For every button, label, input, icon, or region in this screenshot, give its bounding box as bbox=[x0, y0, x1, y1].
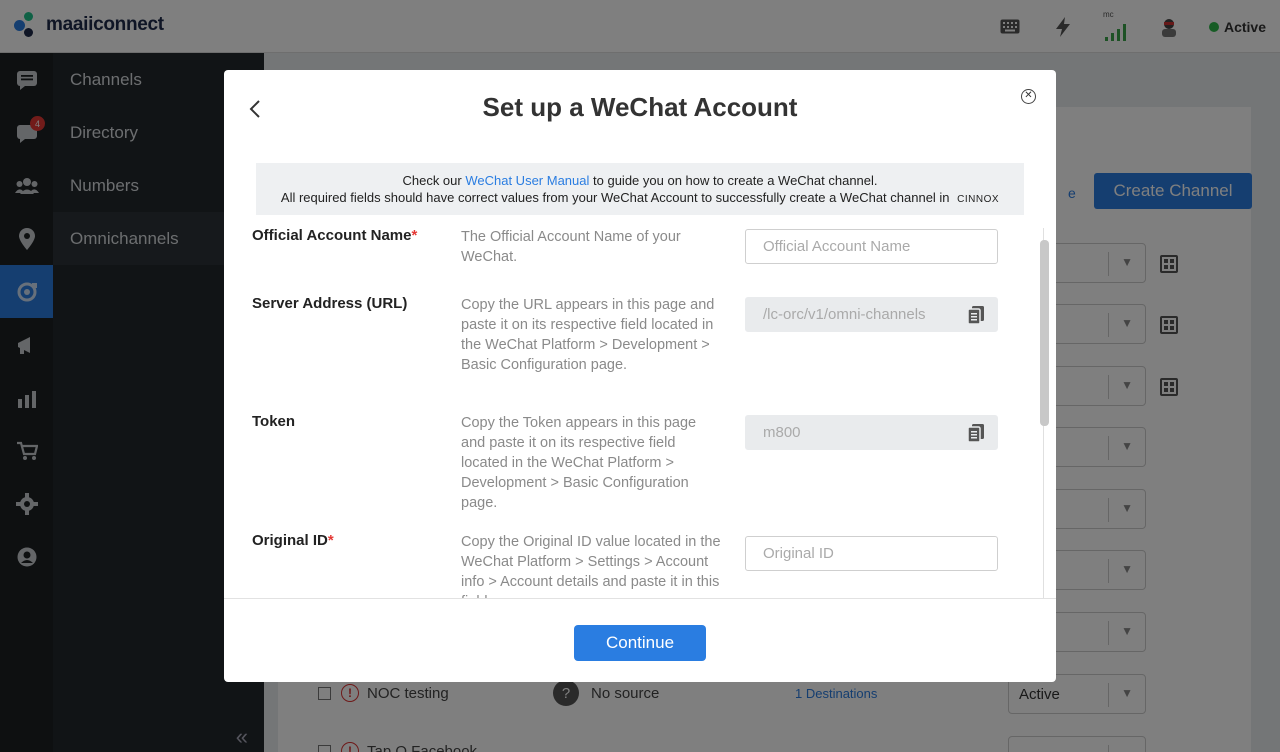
notice-line2: All required fields should have correct … bbox=[280, 190, 950, 205]
close-button[interactable]: ✕ bbox=[1021, 89, 1036, 104]
notice-suffix: to guide you on how to create a WeChat c… bbox=[593, 173, 878, 188]
field-description: The Official Account Name of your WeChat… bbox=[461, 229, 681, 265]
server-address-value: /lc-orc/v1/omni-channels bbox=[763, 306, 926, 323]
close-icon: ✕ bbox=[1024, 90, 1033, 101]
token-value: m800 bbox=[763, 424, 801, 441]
notice-prefix: Check our bbox=[402, 173, 462, 188]
scrollbar-thumb[interactable] bbox=[1040, 240, 1049, 426]
original-id-input[interactable]: Original ID bbox=[745, 536, 998, 571]
field-label: Token bbox=[252, 413, 296, 430]
copy-icon[interactable] bbox=[967, 423, 985, 443]
setup-form: Official Account Name* The Official Acco… bbox=[224, 225, 1056, 598]
token-input: m800 bbox=[745, 415, 998, 450]
field-description: Copy the Original ID value located in th… bbox=[461, 534, 721, 598]
field-description: Copy the Token appears in this page and … bbox=[461, 415, 697, 511]
info-notice: Check our WeChat User Manual to guide yo… bbox=[256, 163, 1024, 215]
form-scrollbar[interactable] bbox=[1040, 228, 1052, 598]
server-address-input: /lc-orc/v1/omni-channels bbox=[745, 297, 998, 332]
field-description: Copy the URL appears in this page and pa… bbox=[461, 297, 715, 373]
wechat-setup-dialog: Set up a WeChat Account ✕ Check our WeCh… bbox=[224, 70, 1056, 682]
field-label: Server Address (URL) bbox=[252, 295, 408, 312]
brand-name: CINNOX bbox=[957, 194, 1000, 205]
copy-icon[interactable] bbox=[967, 305, 985, 325]
official-account-name-input[interactable]: Official Account Name bbox=[745, 229, 998, 264]
continue-button[interactable]: Continue bbox=[574, 625, 706, 661]
field-label: Official Account Name* bbox=[252, 227, 418, 244]
field-label: Original ID* bbox=[252, 532, 334, 549]
dialog-title: Set up a WeChat Account bbox=[482, 92, 798, 122]
user-manual-link[interactable]: WeChat User Manual bbox=[465, 173, 589, 188]
dialog-footer: Continue bbox=[224, 598, 1056, 682]
